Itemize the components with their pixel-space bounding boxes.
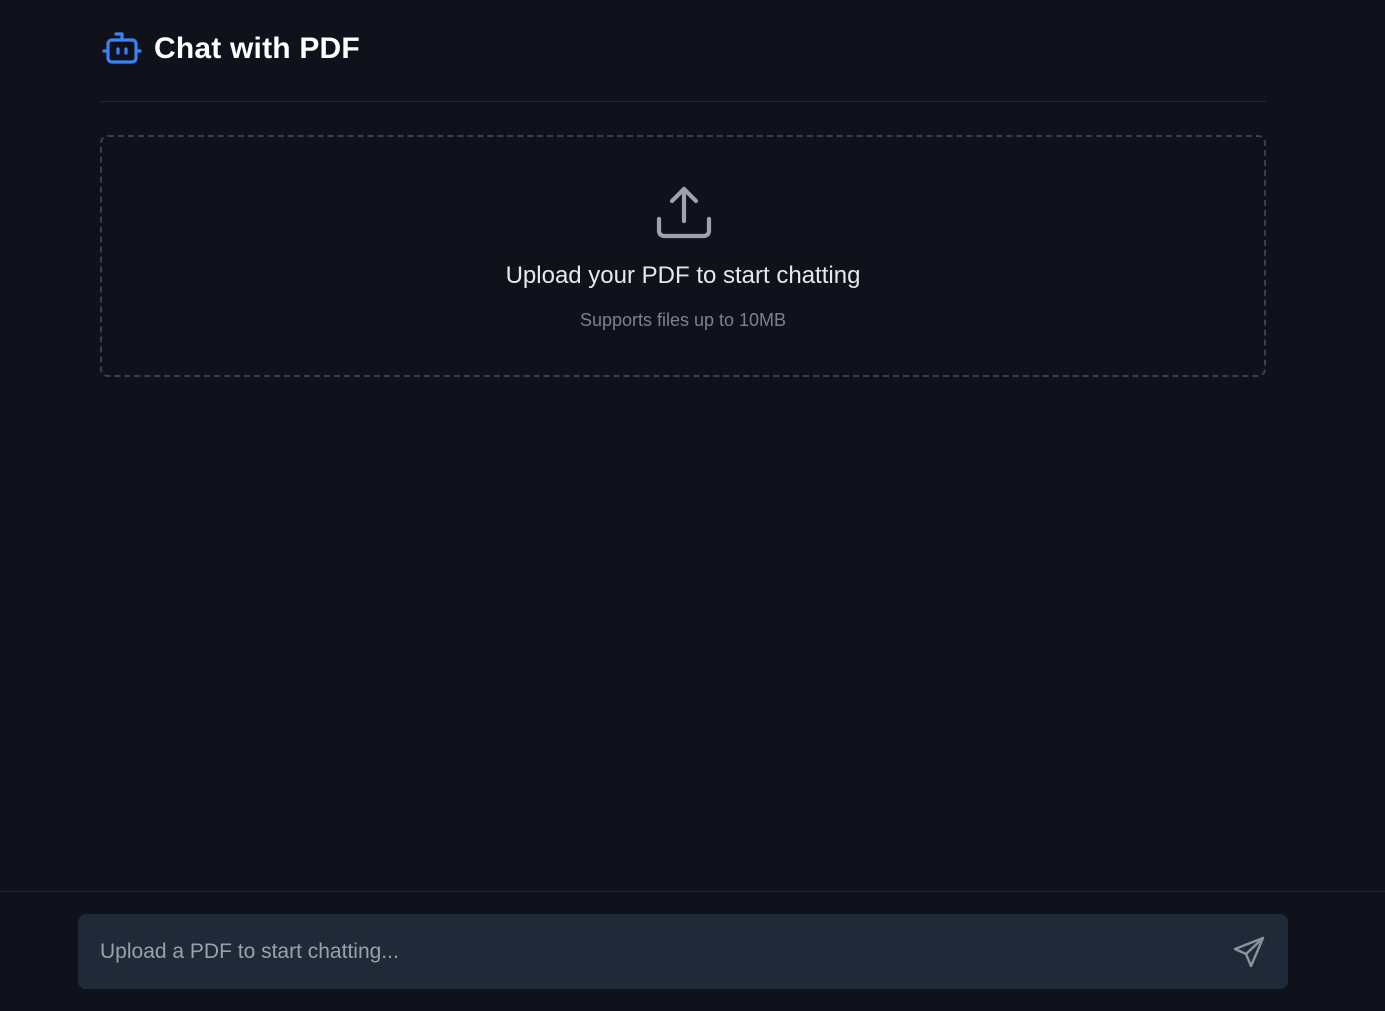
app-window: Chat with PDF Upload your PDF to start c… — [0, 0, 1385, 1011]
header: Chat with PDF — [100, 0, 1266, 102]
upload-title: Upload your PDF to start chatting — [505, 262, 861, 289]
page-title: Chat with PDF — [154, 32, 360, 65]
chat-input-bar — [78, 914, 1288, 989]
upload-icon — [655, 185, 713, 243]
send-icon — [1232, 935, 1266, 969]
robot-icon — [102, 30, 142, 68]
chat-message-input[interactable] — [78, 914, 1218, 989]
chat-footer — [0, 891, 1385, 1011]
upload-size-hint: Supports files up to 10MB — [579, 310, 787, 330]
pdf-upload-dropzone[interactable]: Upload your PDF to start chatting Suppor… — [100, 135, 1266, 377]
send-button[interactable] — [1226, 929, 1272, 975]
